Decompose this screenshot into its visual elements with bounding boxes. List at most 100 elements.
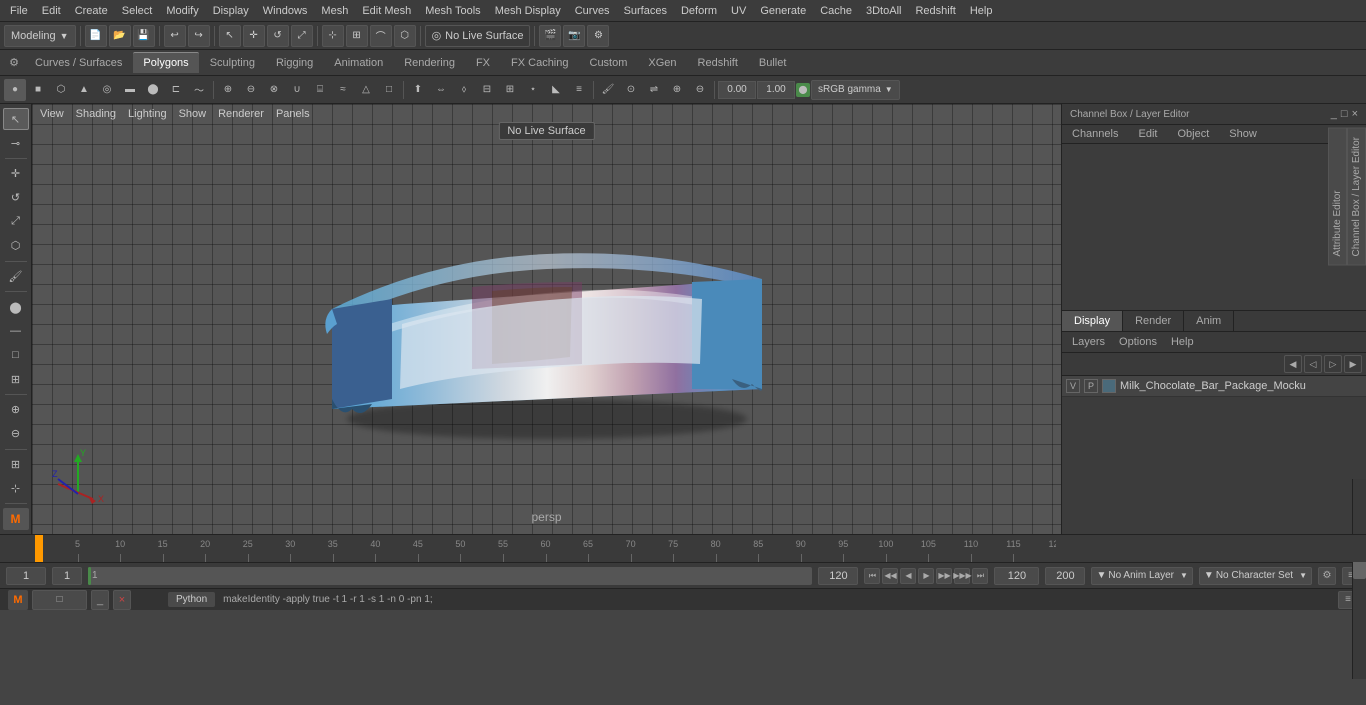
playback-back-btn[interactable]: ◀ xyxy=(900,568,916,584)
scale-tool-btn[interactable]: ⤢ xyxy=(291,25,313,47)
vertex-mode-btn[interactable]: ⬤ xyxy=(3,296,29,318)
edge-mode-btn[interactable]: — xyxy=(3,320,29,342)
bridge-icon[interactable]: ⇔ xyxy=(430,79,452,101)
redo-btn[interactable]: ↪ xyxy=(188,25,210,47)
menu-surfaces[interactable]: Surfaces xyxy=(618,3,673,19)
combine-icon[interactable]: ⊕ xyxy=(217,79,239,101)
menu-mesh-display[interactable]: Mesh Display xyxy=(489,3,567,19)
bevel-icon[interactable]: ⬨ xyxy=(453,79,475,101)
taskbar-minimize-btn[interactable]: _ xyxy=(91,590,109,610)
face-mode-btn[interactable]: □ xyxy=(3,344,29,366)
menu-create[interactable]: Create xyxy=(69,3,114,19)
tab-redshift[interactable]: Redshift xyxy=(688,53,748,73)
loop-cut-icon[interactable]: ⊟ xyxy=(476,79,498,101)
python-label[interactable]: Python xyxy=(168,592,215,607)
select-tool-btn[interactable]: ↖ xyxy=(219,25,241,47)
lasso-select-btn[interactable]: ⊸ xyxy=(3,132,29,154)
tab-settings-icon[interactable]: ⚙ xyxy=(4,53,24,73)
taskbar-window-btn[interactable]: □ xyxy=(32,590,87,610)
playback-start-btn[interactable]: ⏮ xyxy=(864,568,880,584)
taskbar-maya-icon[interactable]: M xyxy=(8,590,28,610)
grid-btn[interactable]: ⊞ xyxy=(3,454,29,476)
tab-custom[interactable]: Custom xyxy=(580,53,638,73)
tab-fx-caching[interactable]: FX Caching xyxy=(501,53,578,73)
playback-end-btn[interactable]: ⏭ xyxy=(972,568,988,584)
triangulate-icon[interactable]: △ xyxy=(355,79,377,101)
tab-xgen[interactable]: XGen xyxy=(638,53,686,73)
snap-grid-btn[interactable]: ⊞ xyxy=(346,25,368,47)
plane-icon[interactable]: ▬ xyxy=(119,79,141,101)
render-btn[interactable]: 🎬 xyxy=(539,25,561,47)
attribute-editor-side-label[interactable]: Attribute Editor xyxy=(1328,128,1347,266)
vp-panels-menu[interactable]: Panels xyxy=(276,108,310,120)
render-settings-btn[interactable]: ⚙ xyxy=(587,25,609,47)
workspace-dropdown[interactable]: Modeling ▼ xyxy=(4,25,76,47)
cb-close-btn[interactable]: × xyxy=(1352,108,1358,120)
layer-next2-btn[interactable]: ▷ xyxy=(1324,355,1342,373)
range-end-input[interactable] xyxy=(1045,567,1085,585)
extract-icon[interactable]: ⊗ xyxy=(263,79,285,101)
menu-windows[interactable]: Windows xyxy=(257,3,314,19)
snap-surface-btn[interactable]: ⬡ xyxy=(394,25,416,47)
tab-bullet[interactable]: Bullet xyxy=(749,53,797,73)
open-scene-btn[interactable]: 📂 xyxy=(109,25,131,47)
cb-minimize-btn[interactable]: _ xyxy=(1331,108,1337,120)
boolean-union-icon[interactable]: ∪ xyxy=(286,79,308,101)
frame-end-input[interactable] xyxy=(994,567,1039,585)
menu-3dto[interactable]: 3DtoAll xyxy=(860,3,907,19)
menu-file[interactable]: File xyxy=(4,3,34,19)
viewport[interactable]: View Shading Lighting Show Renderer Pane… xyxy=(32,104,1061,534)
menu-mesh-tools[interactable]: Mesh Tools xyxy=(419,3,486,19)
paint-select-icon[interactable]: 🖌 xyxy=(597,79,619,101)
separate-icon[interactable]: ⊖ xyxy=(240,79,262,101)
torus-icon[interactable]: ◎ xyxy=(96,79,118,101)
layer-visibility[interactable]: V xyxy=(1066,379,1080,393)
tab-rigging[interactable]: Rigging xyxy=(266,53,323,73)
timeline-ruler[interactable]: 5101520253035404550556065707580859095100… xyxy=(35,535,1056,562)
tab-fx[interactable]: FX xyxy=(466,53,500,73)
dr-tab-anim[interactable]: Anim xyxy=(1184,311,1234,331)
new-scene-btn[interactable]: 📄 xyxy=(85,25,107,47)
grow-sel-icon[interactable]: ⊕ xyxy=(666,79,688,101)
menu-select[interactable]: Select xyxy=(116,3,159,19)
layer-prev-btn[interactable]: ◀ xyxy=(1284,355,1302,373)
cb-maximize-btn[interactable]: □ xyxy=(1341,108,1348,120)
vp-show-menu[interactable]: Show xyxy=(179,108,207,120)
playback-next-frame-btn[interactable]: ▶▶▶ xyxy=(954,568,970,584)
menu-help[interactable]: Help xyxy=(964,3,999,19)
playback-play-btn[interactable]: ▶ xyxy=(918,568,934,584)
cylinder-icon[interactable]: ⬡ xyxy=(50,79,72,101)
crease-icon[interactable]: ≡ xyxy=(568,79,590,101)
cb-tab-channels[interactable]: Channels xyxy=(1062,125,1128,143)
coord-x-input[interactable] xyxy=(718,81,756,99)
help-menu-item[interactable]: Help xyxy=(1167,334,1198,350)
scale-btn[interactable]: ⤢ xyxy=(3,211,29,233)
paint-btn[interactable]: 🖌 xyxy=(3,266,29,288)
playback-prev-frame-btn[interactable]: ◀◀ xyxy=(882,568,898,584)
extrude-icon[interactable]: ⬆ xyxy=(407,79,429,101)
cb-tab-object[interactable]: Object xyxy=(1167,125,1219,143)
menu-curves[interactable]: Curves xyxy=(569,3,616,19)
menu-mesh[interactable]: Mesh xyxy=(315,3,354,19)
select-mode-btn[interactable]: ↖ xyxy=(3,108,29,130)
taskbar-close-btn[interactable]: × xyxy=(113,590,131,610)
tab-polygons[interactable]: Polygons xyxy=(133,52,198,73)
timeline-playhead[interactable] xyxy=(35,535,43,562)
vp-renderer-menu[interactable]: Renderer xyxy=(218,108,264,120)
coord-y-input[interactable] xyxy=(757,81,795,99)
sym-icon[interactable]: ⇌ xyxy=(643,79,665,101)
menu-display[interactable]: Display xyxy=(207,3,255,19)
layer-playback[interactable]: P xyxy=(1084,379,1098,393)
multi-mode-btn[interactable]: ⊞ xyxy=(3,368,29,390)
sphere-icon[interactable]: ● xyxy=(4,79,26,101)
anim-layer-dropdown[interactable]: ▼ No Anim Layer ▼ xyxy=(1091,567,1192,585)
hide-manipulator-btn[interactable]: ⊖ xyxy=(3,423,29,445)
smooth-icon[interactable]: ≈ xyxy=(332,79,354,101)
layer-color-swatch[interactable] xyxy=(1102,379,1116,393)
soft-select-icon[interactable]: ⊙ xyxy=(620,79,642,101)
helix-icon[interactable]: 〜 xyxy=(188,79,210,101)
menu-uv[interactable]: UV xyxy=(725,3,752,19)
character-set-dropdown[interactable]: ▼ No Character Set ▼ xyxy=(1199,567,1312,585)
layer-prev2-btn[interactable]: ◁ xyxy=(1304,355,1322,373)
menu-cache[interactable]: Cache xyxy=(814,3,858,19)
